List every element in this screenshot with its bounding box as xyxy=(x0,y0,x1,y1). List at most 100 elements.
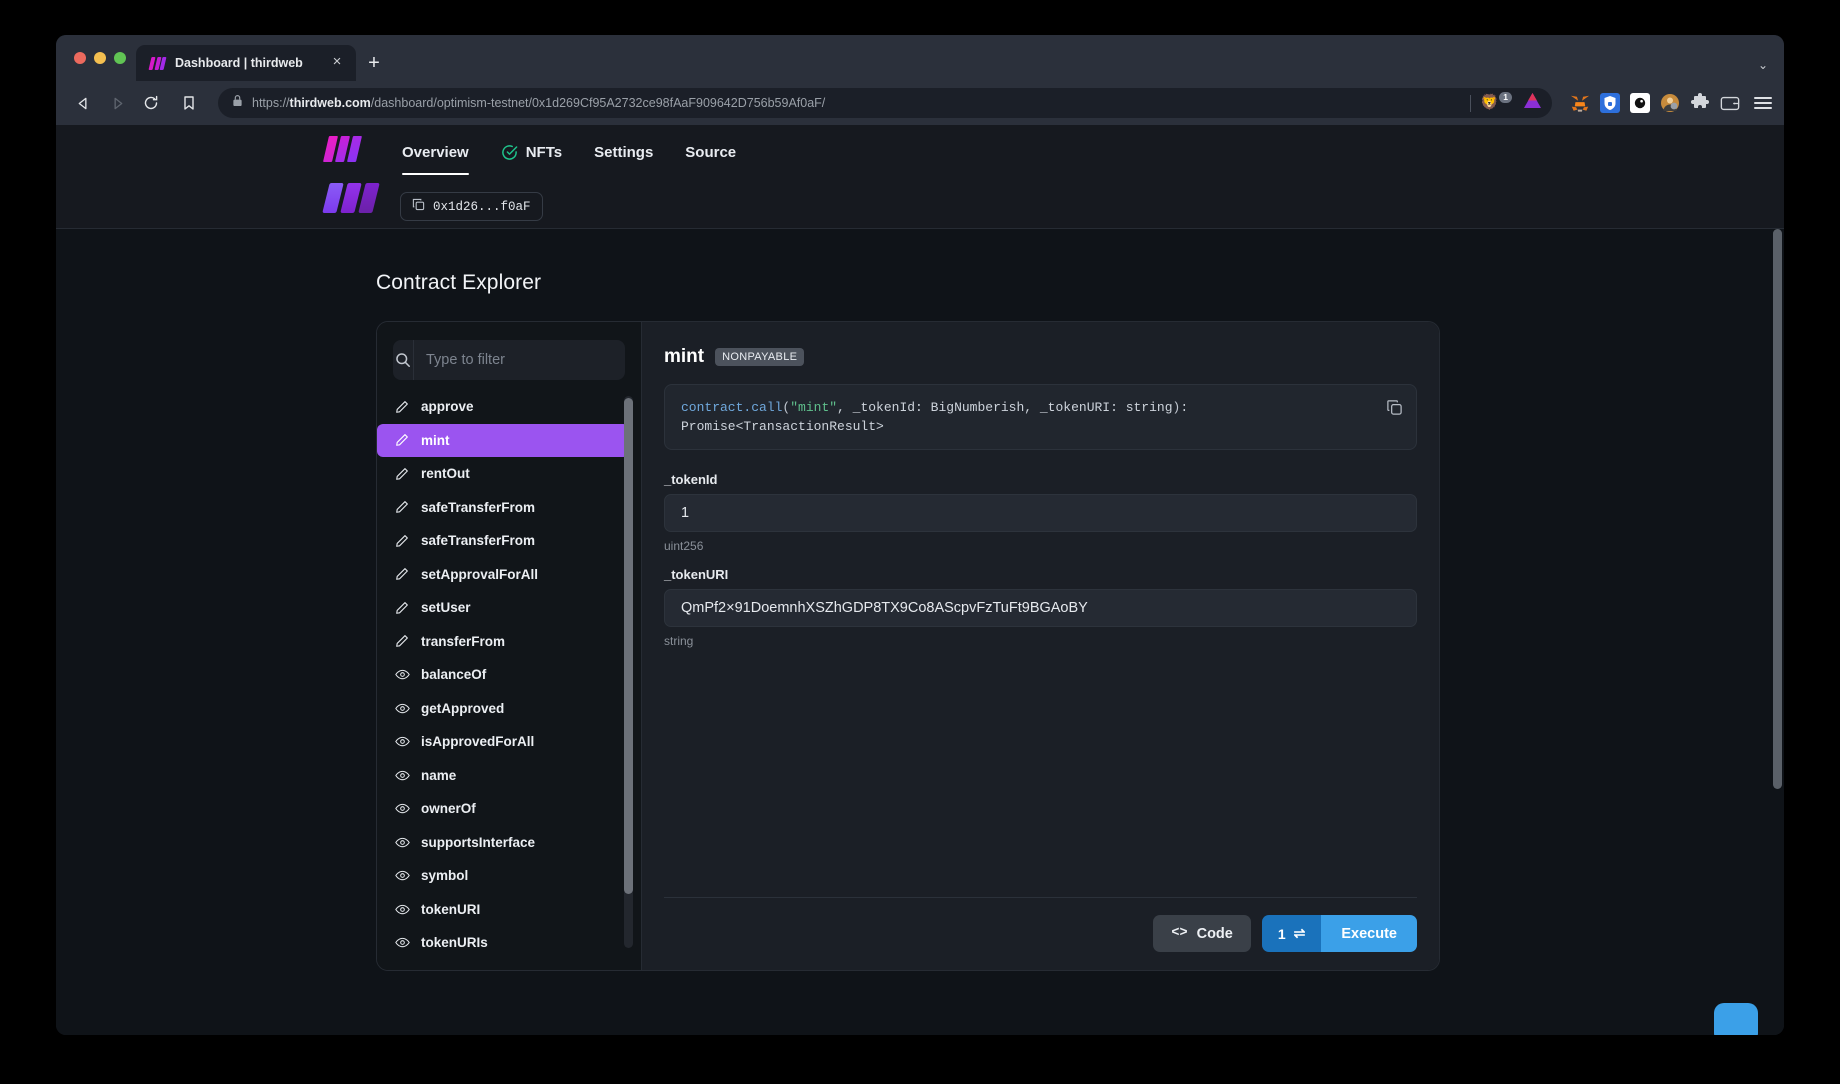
function-name: mint xyxy=(421,433,450,448)
nav-label: Source xyxy=(685,144,736,161)
wallet-card-icon[interactable] xyxy=(1720,93,1740,113)
execute-button[interactable]: Execute xyxy=(1321,915,1417,952)
close-window-button[interactable] xyxy=(74,52,86,64)
function-name: approve xyxy=(421,399,474,414)
pencil-icon xyxy=(395,567,410,582)
field-label-tokenid: _tokenId xyxy=(664,472,1417,487)
input-tokenuri[interactable] xyxy=(664,589,1417,627)
function-item-symbol[interactable]: symbol xyxy=(377,859,629,893)
eye-icon xyxy=(395,734,410,749)
triangle-extension-icon[interactable] xyxy=(1523,92,1542,114)
eye-icon xyxy=(395,667,410,682)
function-item-isapprovedforall[interactable]: isApprovedForAll xyxy=(377,725,629,759)
code-button-label: Code xyxy=(1197,926,1233,942)
function-name: tokenURIs xyxy=(421,935,488,950)
function-item-ownerof[interactable]: ownerOf xyxy=(377,792,629,826)
function-name: transferFrom xyxy=(421,634,505,649)
function-item-setuser[interactable]: setUser xyxy=(377,591,629,625)
function-item-safetransferfrom-2[interactable]: safeTransferFrom xyxy=(377,524,629,558)
execute-button-group: 1 ⇌ Execute xyxy=(1262,915,1417,952)
close-icon[interactable]: × xyxy=(328,54,346,72)
function-name: name xyxy=(421,768,456,783)
bookmark-icon[interactable] xyxy=(174,88,204,118)
function-item-tokenuri[interactable]: tokenURI xyxy=(377,893,629,927)
nav-label: Settings xyxy=(594,144,653,161)
function-item-userexpires[interactable]: userExpires xyxy=(377,960,629,971)
field-label-tokenuri: _tokenURI xyxy=(664,567,1417,582)
metamask-icon[interactable] xyxy=(1570,93,1590,113)
pencil-icon xyxy=(395,533,410,548)
eye-icon xyxy=(395,935,410,950)
brave-lion-icon: 🦁 xyxy=(1480,94,1499,111)
function-name: tokenURI xyxy=(421,902,480,917)
function-list[interactable]: approve mint rentOut safeTransferFr xyxy=(377,390,641,970)
function-filter-row[interactable] xyxy=(393,340,625,380)
code-brackets-icon: <> xyxy=(1171,926,1187,941)
url-text: https://thirdweb.com/dashboard/optimism-… xyxy=(252,96,1461,110)
address-bar[interactable]: https://thirdweb.com/dashboard/optimism-… xyxy=(218,88,1552,118)
function-name: symbol xyxy=(421,868,468,883)
network-switch-button[interactable]: 1 ⇌ xyxy=(1262,915,1322,952)
input-tokenid[interactable] xyxy=(664,494,1417,532)
function-name: safeTransferFrom xyxy=(421,500,535,515)
eye-icon xyxy=(395,768,410,783)
function-name: isApprovedForAll xyxy=(421,734,534,749)
function-item-getapproved[interactable]: getApproved xyxy=(377,692,629,726)
code-button[interactable]: <> Code xyxy=(1153,915,1250,952)
pencil-icon xyxy=(395,634,410,649)
browser-tab[interactable]: Dashboard | thirdweb × xyxy=(136,45,356,81)
hamburger-menu-icon[interactable] xyxy=(1754,97,1772,109)
function-item-transferfrom[interactable]: transferFrom xyxy=(377,625,629,659)
function-item-mint[interactable]: mint xyxy=(377,424,629,458)
page-content: Overview NFTs Settings Source 0x1d26 xyxy=(56,125,1784,1035)
function-detail-header: mint NONPAYABLE xyxy=(664,346,1417,368)
green-check-circle-icon xyxy=(501,144,518,161)
minimize-window-button[interactable] xyxy=(94,52,106,64)
function-item-setapprovalforall[interactable]: setApprovalForAll xyxy=(377,558,629,592)
function-detail-pane: mint NONPAYABLE contract.call("mint", _t… xyxy=(642,322,1439,970)
wallet-avatar-icon[interactable] xyxy=(1660,93,1680,113)
brave-shield-button[interactable]: 🦁 1 xyxy=(1480,93,1502,113)
support-chat-button[interactable] xyxy=(1714,1003,1758,1035)
function-item-approve[interactable]: approve xyxy=(377,390,629,424)
search-input[interactable] xyxy=(414,340,625,380)
field-type-tokenuri: string xyxy=(664,634,1417,648)
forward-button[interactable] xyxy=(102,88,132,118)
function-item-balanceof[interactable]: balanceOf xyxy=(377,658,629,692)
nav-label: NFTs xyxy=(526,144,562,161)
function-item-rentout[interactable]: rentOut xyxy=(377,457,629,491)
reload-button[interactable] xyxy=(136,88,166,118)
eye-icon xyxy=(395,835,410,850)
nav-item-nfts[interactable]: NFTs xyxy=(485,129,578,175)
browser-window: Dashboard | thirdweb × + ⌄ https://third… xyxy=(56,35,1784,1035)
pencil-icon xyxy=(395,433,410,448)
contract-address-chip[interactable]: 0x1d26...f0aF xyxy=(400,192,543,221)
function-name: getApproved xyxy=(421,701,504,716)
nav-item-overview[interactable]: Overview xyxy=(386,129,485,175)
detail-footer: <> Code 1 ⇌ Execute xyxy=(664,897,1417,970)
function-item-tokenuris[interactable]: tokenURIs xyxy=(377,926,629,960)
function-name: balanceOf xyxy=(421,667,486,682)
black-circle-icon[interactable] xyxy=(1630,93,1650,113)
function-list-scrollbar[interactable] xyxy=(624,396,633,948)
chevron-down-icon[interactable]: ⌄ xyxy=(1758,58,1768,72)
new-tab-button[interactable]: + xyxy=(360,45,388,81)
thirdweb-logo-icon[interactable] xyxy=(326,136,364,162)
nav-item-source[interactable]: Source xyxy=(669,129,752,175)
nav-item-settings[interactable]: Settings xyxy=(578,129,669,175)
function-item-supportsinterface[interactable]: supportsInterface xyxy=(377,826,629,860)
swap-arrows-icon: ⇌ xyxy=(1294,925,1306,942)
detail-spacer xyxy=(664,648,1417,897)
back-button[interactable] xyxy=(68,88,98,118)
puzzle-piece-icon[interactable] xyxy=(1690,93,1710,113)
blue-shield-lock-icon[interactable] xyxy=(1600,93,1620,113)
page-title: Contract Explorer xyxy=(376,271,1784,295)
tab-title: Dashboard | thirdweb xyxy=(175,56,319,70)
function-item-safetransferfrom-1[interactable]: safeTransferFrom xyxy=(377,491,629,525)
function-item-name[interactable]: name xyxy=(377,759,629,793)
maximize-window-button[interactable] xyxy=(114,52,126,64)
search-icon xyxy=(393,340,414,380)
pencil-icon xyxy=(395,500,410,515)
copy-icon[interactable] xyxy=(1384,397,1404,417)
page-scrollbar[interactable] xyxy=(1773,125,1782,1035)
